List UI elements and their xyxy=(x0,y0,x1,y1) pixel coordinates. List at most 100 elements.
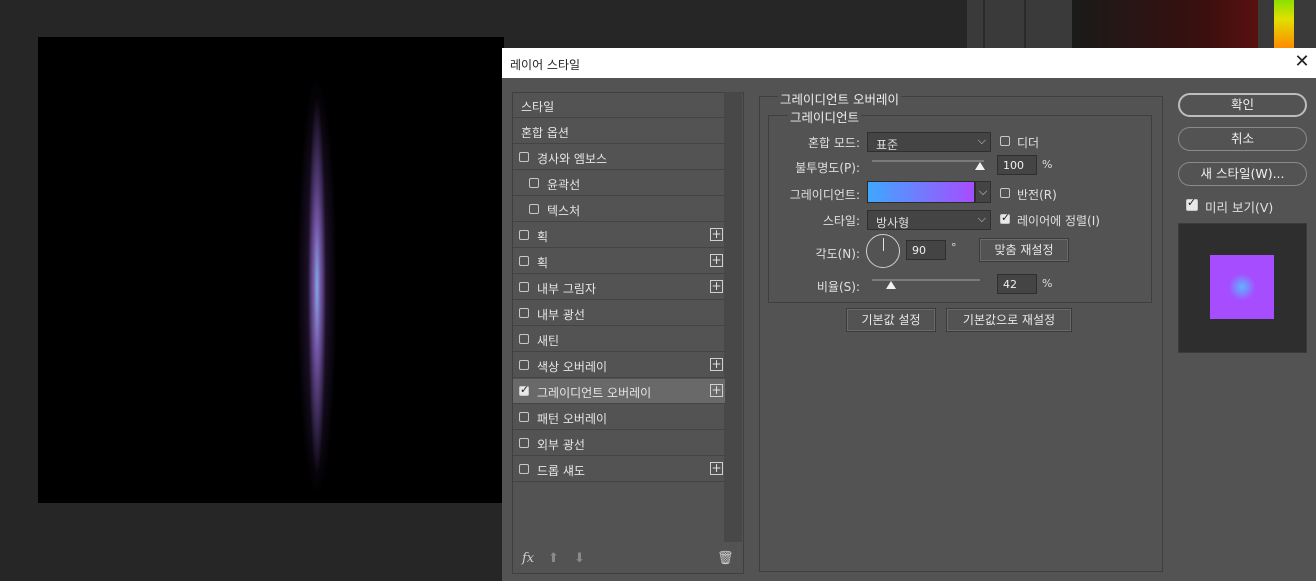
align-with-layer-checkbox[interactable] xyxy=(1000,211,1010,224)
add-instance-icon[interactable]: + xyxy=(710,280,723,293)
preview-label: 미리 보기(V) xyxy=(1205,200,1274,215)
gradient-swatch[interactable] xyxy=(867,181,975,203)
style-list-item[interactable]: 색상 오버레이 + xyxy=(513,353,725,378)
style-list-item[interactable]: 새틴 xyxy=(513,327,725,352)
opacity-slider[interactable] xyxy=(872,160,984,162)
style-enable-checkbox[interactable] xyxy=(519,308,529,318)
add-instance-icon[interactable]: + xyxy=(710,228,723,241)
style-list-item[interactable]: 텍스처 xyxy=(513,197,725,222)
blend-mode-value: 표준 xyxy=(876,138,899,152)
style-enable-checkbox[interactable] xyxy=(519,230,529,240)
style-list-item-label: 그레이디언트 오버레이 xyxy=(537,386,652,400)
panel-divider xyxy=(1024,0,1026,48)
style-list-item[interactable]: 내부 광선 xyxy=(513,301,725,326)
group-title: 그레이디언트 오버레이 xyxy=(778,89,901,108)
dialog-titlebar[interactable]: 레이어 스타일 ✕ xyxy=(502,48,1316,78)
move-down-icon[interactable]: ⬇ xyxy=(574,551,585,566)
style-list-item-label: 윤곽선 xyxy=(547,178,581,192)
style-list-item[interactable]: 그레이디언트 오버레이 + xyxy=(513,379,725,404)
style-list-item-label: 내부 그림자 xyxy=(537,282,597,296)
style-list-item[interactable]: 내부 그림자 + xyxy=(513,275,725,300)
styles-list-scrollbar[interactable] xyxy=(724,92,742,542)
style-list-item[interactable]: 혼합 옵션 xyxy=(513,119,725,144)
new-style-button[interactable]: 새 스타일(W)... xyxy=(1178,162,1307,186)
cancel-button[interactable]: 취소 xyxy=(1178,127,1307,151)
scale-label: 비율(S): xyxy=(816,280,860,294)
make-default-button[interactable]: 기본값 설정 xyxy=(846,308,936,332)
reset-to-default-button[interactable]: 기본값으로 재설정 xyxy=(946,308,1072,332)
style-list-item[interactable]: 외부 광선 xyxy=(513,431,725,456)
angle-input[interactable]: 90 xyxy=(906,240,946,260)
styles-list-footer: fx ⬆ ⬇ 🗑 xyxy=(512,548,742,572)
reverse-label: 반전(R) xyxy=(1017,188,1057,202)
reverse-checkbox[interactable] xyxy=(1000,188,1010,198)
styles-list-header-label: 스타일 xyxy=(521,100,555,114)
style-dropdown[interactable]: 방사형 ⌵ xyxy=(867,210,991,230)
angle-needle xyxy=(883,238,884,251)
close-icon[interactable]: ✕ xyxy=(1292,52,1312,72)
trash-icon[interactable]: 🗑 xyxy=(717,551,734,566)
style-list-item-label: 획 xyxy=(537,230,549,244)
style-enable-checkbox[interactable] xyxy=(519,152,529,162)
style-enable-checkbox[interactable] xyxy=(519,256,529,266)
scale-unit: % xyxy=(1042,277,1053,290)
angle-label: 각도(N): xyxy=(815,247,860,261)
style-list-item-label: 텍스처 xyxy=(547,204,581,218)
color-spectrum-bar[interactable] xyxy=(1274,0,1294,48)
add-instance-icon[interactable]: + xyxy=(710,384,723,397)
style-enable-checkbox[interactable] xyxy=(529,178,539,188)
style-enable-checkbox[interactable] xyxy=(519,383,529,396)
dialog-title: 레이어 스타일 xyxy=(510,58,581,72)
document-canvas[interactable] xyxy=(38,37,504,503)
gradient-label: 그레이디언트: xyxy=(789,188,860,202)
fx-icon[interactable]: fx xyxy=(522,551,534,566)
style-enable-checkbox[interactable] xyxy=(529,204,539,214)
canvas-glow-inner xyxy=(308,97,326,477)
style-list-item-label: 드롭 섀도 xyxy=(537,464,585,478)
chevron-down-icon: ⌵ xyxy=(977,134,986,147)
style-list-item-label: 내부 광선 xyxy=(537,308,585,322)
chevron-down-icon: ⌵ xyxy=(977,212,986,225)
chevron-down-icon[interactable]: ⌵ xyxy=(975,181,991,203)
style-label: 스타일: xyxy=(822,214,860,228)
blend-mode-label: 혼합 모드: xyxy=(807,136,860,150)
degree-unit: ° xyxy=(951,241,957,254)
style-enable-checkbox[interactable] xyxy=(519,360,529,370)
add-instance-icon[interactable]: + xyxy=(710,462,723,475)
style-list-item[interactable]: 획 + xyxy=(513,249,725,274)
style-preview-swatch xyxy=(1210,255,1274,319)
opacity-label: 불투명도(P): xyxy=(795,161,860,175)
style-enable-checkbox[interactable] xyxy=(519,282,529,292)
dither-checkbox[interactable] xyxy=(1000,136,1010,146)
style-list-item-label: 획 xyxy=(537,256,549,270)
align-with-layer-label: 레이어에 정렬(I) xyxy=(1017,214,1100,228)
style-list-item[interactable]: 드롭 섀도 + xyxy=(513,457,725,482)
style-list-item[interactable]: 윤곽선 xyxy=(513,171,725,196)
scale-input[interactable]: 42 xyxy=(997,274,1037,294)
layer-style-dialog: 레이어 스타일 ✕ 스타일 혼합 옵션 경사와 엠보스 윤곽선 텍스처 획 + 획 + 내부 그림… xyxy=(502,48,1316,581)
style-list-item[interactable]: 경사와 엠보스 xyxy=(513,145,725,170)
add-instance-icon[interactable]: + xyxy=(710,254,723,267)
style-enable-checkbox[interactable] xyxy=(519,334,529,344)
ok-button[interactable]: 확인 xyxy=(1178,93,1307,117)
style-list-item[interactable]: 패턴 오버레이 xyxy=(513,405,725,430)
blend-mode-dropdown[interactable]: 표준 ⌵ xyxy=(867,132,991,152)
opacity-unit: % xyxy=(1042,158,1053,171)
opacity-slider-thumb[interactable] xyxy=(975,162,985,170)
style-enable-checkbox[interactable] xyxy=(519,464,529,474)
style-list-item-label: 색상 오버레이 xyxy=(537,360,608,374)
move-up-icon[interactable]: ⬆ xyxy=(548,551,559,566)
styles-list-header[interactable]: 스타일 xyxy=(513,93,725,118)
style-enable-checkbox[interactable] xyxy=(519,438,529,448)
style-list-item[interactable]: 획 + xyxy=(513,223,725,248)
style-enable-checkbox[interactable] xyxy=(519,412,529,422)
color-picker-field[interactable] xyxy=(1072,0,1258,48)
opacity-input[interactable]: 100 xyxy=(997,155,1037,175)
reset-alignment-button[interactable]: 맞춤 재설정 xyxy=(979,238,1069,262)
style-list-item-label: 패턴 오버레이 xyxy=(537,412,608,426)
style-list-item-label: 외부 광선 xyxy=(537,438,585,452)
add-instance-icon[interactable]: + xyxy=(710,358,723,371)
preview-checkbox[interactable] xyxy=(1186,196,1198,211)
scale-slider-thumb[interactable] xyxy=(886,281,896,289)
panel-divider xyxy=(983,0,985,48)
